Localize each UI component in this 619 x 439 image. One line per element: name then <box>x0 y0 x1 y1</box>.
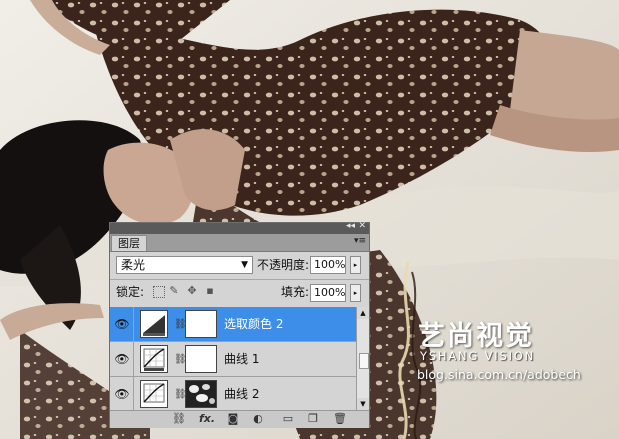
opacity-input[interactable]: 100% <box>310 256 346 274</box>
blend-mode-select[interactable]: 柔光 ▼ <box>116 256 253 274</box>
lock-label: 锁定: <box>116 285 145 299</box>
new-group-folder-icon[interactable]: ▭ <box>281 412 295 426</box>
eye-icon[interactable]: 👁 <box>114 317 130 331</box>
new-adjustment-layer-icon[interactable]: ◐ <box>251 412 265 426</box>
fill-slider-button[interactable]: ▸ <box>350 284 361 302</box>
chevron-down-icon: ▼ <box>241 260 248 270</box>
close-icon[interactable]: ✕ <box>358 221 366 231</box>
layers-panel: ◂◂ ✕ 图层 ▾≡ 柔光 ▼ 不透明度: 100% ▸ 锁定: ✎ ✥ ▪ 填… <box>109 221 370 428</box>
curves-thumbnail-icon <box>140 380 168 408</box>
layer-name[interactable]: 选取颜色 2 <box>224 317 283 331</box>
panel-menu-icon[interactable]: ▾≡ <box>354 236 366 246</box>
layer-mask-thumbnail[interactable] <box>185 380 217 408</box>
divider <box>110 279 369 280</box>
eye-icon[interactable]: 👁 <box>114 352 130 366</box>
scroll-up-icon[interactable]: ▲ <box>357 307 369 319</box>
watermark-subtitle: YSHANG VISION <box>420 349 536 363</box>
layer-mask-thumbnail[interactable] <box>185 345 217 373</box>
lock-image-pixels-icon[interactable]: ✎ <box>168 285 180 297</box>
divider <box>133 307 134 342</box>
layer-row-selective-color-2[interactable]: 👁 ⛓ 选取颜色 2 <box>110 307 356 342</box>
lock-transparent-pixels-icon[interactable] <box>153 286 165 298</box>
scroll-down-icon[interactable]: ▼ <box>357 398 369 410</box>
add-mask-icon[interactable]: ◙ <box>226 412 240 426</box>
trash-icon[interactable]: 🗑 <box>333 412 347 426</box>
selective-color-glyph-icon <box>143 315 165 336</box>
curves-thumbnail-icon <box>140 345 168 373</box>
scroll-thumb[interactable] <box>359 353 369 369</box>
link-layers-icon[interactable]: ⛓ <box>172 412 186 426</box>
layers-list: 👁 ⛓ 选取颜色 2 👁 ⛓ 曲线 1 👁 ⛓ 曲线 2 <box>110 307 356 410</box>
fill-input[interactable]: 100% <box>310 284 346 302</box>
divider <box>133 377 134 410</box>
tab-layers[interactable]: 图层 <box>111 235 147 251</box>
new-layer-icon[interactable]: ❐ <box>306 412 320 426</box>
mask-pattern-icon <box>189 384 215 404</box>
blend-opacity-row: 柔光 ▼ 不透明度: 100% ▸ <box>110 254 369 276</box>
watermark: 艺尚视觉 YSHANG VISION blog.sina.com.cn/adob… <box>388 262 619 439</box>
panel-title-bar[interactable]: ◂◂ ✕ <box>110 221 369 234</box>
selective-color-thumbnail-icon <box>140 310 168 338</box>
layer-name[interactable]: 曲线 1 <box>224 352 259 366</box>
panel-tab-row: 图层 ▾≡ <box>110 234 369 252</box>
watermark-title: 艺尚视觉 <box>418 321 534 352</box>
layers-scrollbar[interactable]: ▲ ▼ <box>356 307 369 410</box>
divider <box>133 342 134 377</box>
curves-glyph-icon <box>143 383 165 403</box>
lock-position-icon[interactable]: ✥ <box>186 285 198 297</box>
opacity-slider-button[interactable]: ▸ <box>350 256 361 274</box>
curves-glyph-icon <box>143 348 165 371</box>
panel-bottom-toolbar: ⛓ fx. ◙ ◐ ▭ ❐ 🗑 <box>110 410 369 428</box>
fill-label: 填充: <box>281 285 310 299</box>
watermark-url: blog.sina.com.cn/adobech <box>417 367 581 382</box>
layer-mask-thumbnail[interactable] <box>185 310 217 338</box>
layer-row-curves-1[interactable]: 👁 ⛓ 曲线 1 <box>110 342 356 377</box>
blend-mode-value: 柔光 <box>121 258 146 272</box>
opacity-label: 不透明度: <box>257 258 310 272</box>
layer-row-curves-2[interactable]: 👁 ⛓ 曲线 2 <box>110 377 356 410</box>
collapse-panel-icon[interactable]: ◂◂ <box>346 221 355 231</box>
lock-fill-row: 锁定: ✎ ✥ ▪ 填充: 100% ▸ <box>110 282 369 304</box>
layer-name[interactable]: 曲线 2 <box>224 387 259 401</box>
fx-icon[interactable]: fx. <box>196 412 218 426</box>
lock-all-icon[interactable]: ▪ <box>204 285 216 297</box>
eye-icon[interactable]: 👁 <box>114 387 130 401</box>
